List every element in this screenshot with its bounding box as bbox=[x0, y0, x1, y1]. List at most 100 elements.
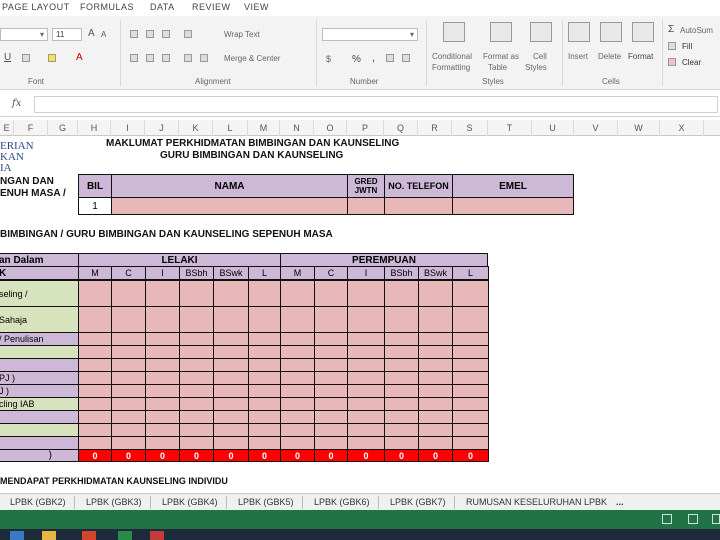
table1-header-bil[interactable]: BIL bbox=[78, 174, 112, 198]
autosum-icon[interactable]: Σ bbox=[668, 24, 674, 35]
table2-data-cell[interactable] bbox=[347, 345, 385, 359]
table2-total-cell[interactable]: 0 bbox=[418, 449, 453, 462]
fill-color-icon[interactable] bbox=[48, 54, 56, 62]
column-header[interactable]: I bbox=[111, 120, 145, 136]
table2-data-cell[interactable] bbox=[248, 410, 281, 424]
table2-subheader[interactable]: L bbox=[452, 266, 489, 280]
orientation-icon[interactable] bbox=[184, 30, 192, 38]
table2-data-cell[interactable] bbox=[347, 371, 385, 385]
column-header[interactable]: M bbox=[248, 120, 280, 136]
autosum-button[interactable]: AutoSum bbox=[680, 26, 713, 35]
table1-header-gred[interactable]: GRED JWTN bbox=[347, 174, 385, 198]
table2-subheader[interactable]: BSbh bbox=[179, 266, 214, 280]
font-size-dropdown[interactable]: 11 bbox=[52, 28, 82, 41]
tab-review[interactable]: REVIEW bbox=[192, 2, 231, 12]
table2-data-cell[interactable] bbox=[213, 436, 249, 450]
format-as-table-label-1[interactable]: Format as bbox=[483, 52, 519, 61]
comma-button[interactable]: , bbox=[372, 52, 375, 64]
table2-data-cell[interactable] bbox=[145, 371, 180, 385]
table2-total-cell[interactable]: 0 bbox=[452, 449, 489, 462]
merge-center-button[interactable]: Merge & Center bbox=[224, 54, 280, 63]
table2-data-cell[interactable] bbox=[452, 423, 489, 437]
sheet-tab[interactable]: RUMUSAN KESELURUHAN LPBK bbox=[466, 497, 607, 507]
table2-data-cell[interactable] bbox=[452, 358, 489, 372]
table1-cell-telefon[interactable] bbox=[384, 197, 453, 215]
worksheet-grid[interactable]: ERIAN KAN IA MAKLUMAT PERKHIDMATAN BIMBI… bbox=[0, 136, 720, 493]
grow-font-icon[interactable]: A bbox=[88, 28, 95, 39]
table2-data-cell[interactable] bbox=[213, 397, 249, 411]
table2-data-cell[interactable] bbox=[280, 436, 315, 450]
table2-data-cell[interactable] bbox=[78, 371, 112, 385]
table2-data-cell[interactable] bbox=[248, 436, 281, 450]
borders-icon[interactable] bbox=[22, 54, 30, 62]
cell-styles-label-1[interactable]: Cell bbox=[533, 52, 547, 61]
table2-data-cell[interactable] bbox=[347, 423, 385, 437]
table2-data-cell[interactable] bbox=[280, 410, 315, 424]
table2-data-cell[interactable] bbox=[384, 332, 419, 346]
table2-data-cell[interactable] bbox=[314, 345, 348, 359]
table2-row-label[interactable] bbox=[0, 423, 79, 437]
align-middle-icon[interactable] bbox=[146, 30, 154, 38]
table2-data-cell[interactable] bbox=[384, 423, 419, 437]
shrink-font-icon[interactable]: A bbox=[101, 30, 106, 39]
table2-data-cell[interactable] bbox=[111, 410, 146, 424]
table2-data-cell[interactable] bbox=[280, 423, 315, 437]
table2-data-cell[interactable] bbox=[248, 358, 281, 372]
table2-data-cell[interactable] bbox=[384, 358, 419, 372]
table2-data-cell[interactable] bbox=[418, 384, 453, 398]
table2-data-cell[interactable] bbox=[248, 397, 281, 411]
table2-row-label[interactable] bbox=[0, 358, 79, 372]
column-header[interactable]: H bbox=[78, 120, 111, 136]
table2-data-cell[interactable] bbox=[280, 371, 315, 385]
table2-subheader[interactable]: L bbox=[248, 266, 281, 280]
table2-subheader[interactable]: C bbox=[111, 266, 146, 280]
align-center-icon[interactable] bbox=[146, 54, 154, 62]
ie-icon[interactable] bbox=[10, 531, 24, 540]
sheet-tab[interactable]: LPBK (GBK6) bbox=[314, 497, 370, 507]
table2-data-cell[interactable] bbox=[111, 423, 146, 437]
table2-total-cell[interactable]: 0 bbox=[384, 449, 419, 462]
font-color-icon[interactable]: A bbox=[76, 52, 83, 63]
table2-data-cell[interactable] bbox=[248, 332, 281, 346]
table2-data-cell[interactable] bbox=[213, 410, 249, 424]
table2-data-cell[interactable] bbox=[280, 280, 315, 307]
column-header[interactable]: J bbox=[145, 120, 179, 136]
clear-button[interactable]: Clear bbox=[682, 58, 701, 67]
table2-data-cell[interactable] bbox=[145, 397, 180, 411]
table2-subheader[interactable]: BSwk bbox=[418, 266, 453, 280]
table2-total-cell[interactable]: 0 bbox=[145, 449, 180, 462]
table1-cell-emel[interactable] bbox=[452, 197, 574, 215]
column-header[interactable]: G bbox=[48, 120, 78, 136]
table2-data-cell[interactable] bbox=[452, 306, 489, 333]
table2-data-cell[interactable] bbox=[452, 436, 489, 450]
table2-data-cell[interactable] bbox=[347, 410, 385, 424]
table2-data-cell[interactable] bbox=[314, 423, 348, 437]
table2-data-cell[interactable] bbox=[111, 436, 146, 450]
table2-subheader[interactable]: M bbox=[78, 266, 112, 280]
table2-row-label[interactable]: cling IAB bbox=[0, 397, 79, 411]
table2-data-cell[interactable] bbox=[111, 280, 146, 307]
table2-data-cell[interactable] bbox=[111, 371, 146, 385]
table2-data-cell[interactable] bbox=[452, 397, 489, 411]
insert-function-icon[interactable]: fx bbox=[12, 98, 21, 109]
excel-icon[interactable] bbox=[118, 531, 132, 540]
table2-data-cell[interactable] bbox=[418, 345, 453, 359]
delete-cells-button[interactable]: Delete bbox=[598, 52, 621, 61]
table2-total-cell[interactable]: 0 bbox=[347, 449, 385, 462]
table2-data-cell[interactable] bbox=[314, 332, 348, 346]
table2-data-cell[interactable] bbox=[314, 358, 348, 372]
table2-data-cell[interactable] bbox=[384, 306, 419, 333]
table2-total-cell[interactable]: 0 bbox=[280, 449, 315, 462]
column-header[interactable]: S bbox=[452, 120, 488, 136]
table2-data-cell[interactable] bbox=[314, 306, 348, 333]
app-icon[interactable] bbox=[150, 531, 164, 540]
cell-styles-icon[interactable] bbox=[530, 22, 552, 42]
column-header[interactable]: X bbox=[660, 120, 704, 136]
eraser-icon[interactable] bbox=[668, 58, 676, 66]
table2-data-cell[interactable] bbox=[384, 397, 419, 411]
underline-icon[interactable]: U bbox=[4, 52, 11, 63]
table2-data-cell[interactable] bbox=[418, 332, 453, 346]
table2-group-lelaki[interactable]: LELAKI bbox=[78, 253, 281, 267]
column-header[interactable]: O bbox=[314, 120, 347, 136]
table2-data-cell[interactable] bbox=[314, 436, 348, 450]
